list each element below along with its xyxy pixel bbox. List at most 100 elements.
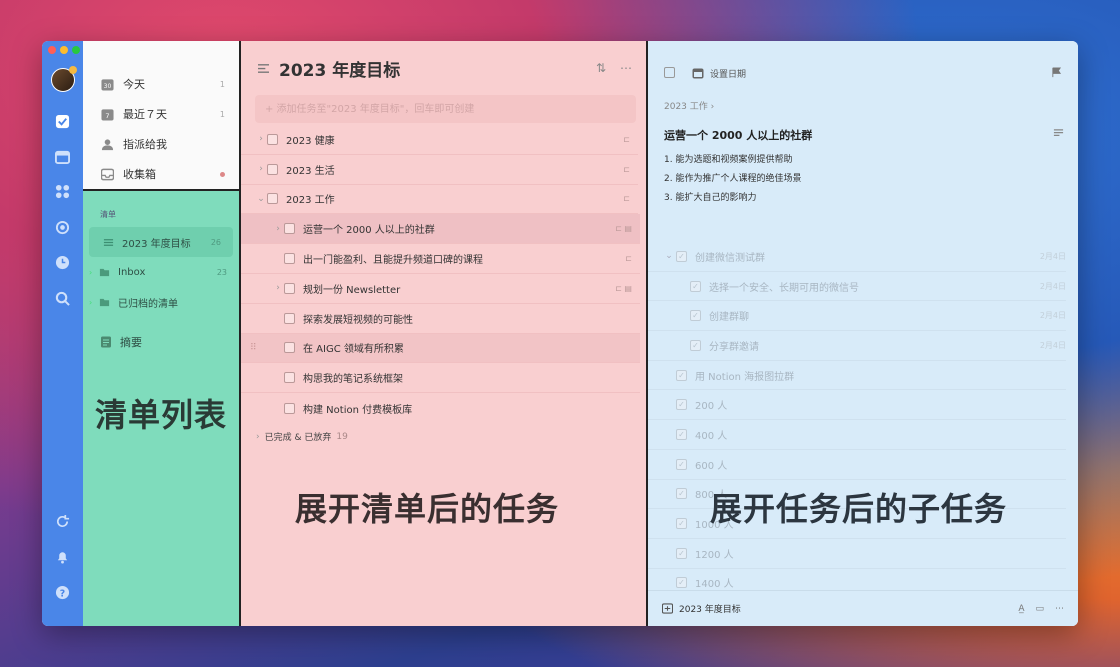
bell-icon[interactable] [54,548,71,565]
sync-icon[interactable] [54,513,71,530]
list-panel: 30 今天 1 7 最近７天 1 指派给我 收集箱 清单 2023 年度目标 2… [83,41,241,626]
subtask-row[interactable]: ✓ 创建群聊 2月4日 [648,301,1066,332]
list-item-2023-goals[interactable]: 2023 年度目标 26 [89,227,233,257]
task-row[interactable]: 探索发展短视频的可能性 [241,304,640,334]
smart-list-assigned[interactable]: 指派给我 [83,129,239,159]
task-row[interactable]: 出一门能盈利、且能提升频道口碑的课程 ⊏ [241,244,640,274]
subtask-checkbox[interactable]: ✓ [676,488,687,500]
task-checkbox[interactable] [284,253,295,265]
smart-list-today[interactable]: 30 今天 1 [83,69,239,99]
task-row[interactable]: › 规划一份 Newsletter ⊏ ▤ [241,274,640,304]
chevron-right-icon[interactable]: › [255,134,267,144]
footer-list-name[interactable]: 2023 年度目标 [679,602,1018,615]
subtask-checkbox[interactable]: ✓ [676,518,687,530]
task-checkbox[interactable] [267,163,278,175]
chevron-down-icon[interactable]: ⌄ [255,194,267,204]
subtask-checkbox[interactable]: ✓ [690,339,701,351]
task-checkbox[interactable] [284,312,295,324]
more-icon[interactable]: ⋯ [1055,604,1064,614]
breadcrumb[interactable]: 2023 工作 › [664,99,714,112]
comment-icon[interactable]: ▭ [1035,604,1044,614]
focus-icon[interactable] [54,219,71,236]
chevron-right-icon[interactable]: › [272,283,284,293]
task-checkbox[interactable] [267,133,278,145]
list-count: 26 [210,237,221,247]
detail-panel: 设置日期 2023 工作 › 运营一个 2000 人以上的社群 1. 能为选题和… [648,41,1078,626]
chevron-right-icon[interactable]: › [255,164,267,174]
subtask-row[interactable]: ✓ 分享群邀请 2月4日 [648,331,1066,361]
smart-list-next-7-days[interactable]: 7 最近７天 1 [83,99,239,129]
subtask-checkbox[interactable]: ✓ [676,250,687,262]
flag-icon[interactable] [1051,67,1062,78]
task-checkbox[interactable] [664,67,675,78]
chevron-down-icon[interactable]: ⌄ [662,251,676,261]
clock-icon[interactable] [54,254,71,271]
completed-section[interactable]: › 已完成 & 已放弃 19 [241,423,646,451]
subtask-row[interactable]: ⌄ ✓ 创建微信测试群 2月4日 [648,242,1066,272]
subtask-row[interactable]: ✓ 用 Notion 海报图拉群 [648,361,1066,391]
digest-label: 摘要 [120,336,142,349]
smart-list-count: 1 [219,109,225,119]
digest-item[interactable]: 摘要 [83,327,239,357]
task-group-row[interactable]: ⌄ 2023 工作 ⊏ [241,185,638,215]
minimize-window-button[interactable] [60,46,68,54]
grid-icon[interactable] [54,183,71,200]
smart-list-inbox[interactable]: 收集箱 [83,159,239,189]
task-row[interactable]: 构思我的笔记系统框架 [241,363,640,394]
task-checkbox[interactable] [284,282,295,294]
subtask-checkbox[interactable]: ✓ [676,458,687,470]
subtask-row[interactable]: ✓ 200 人 [648,390,1066,421]
task-panel: 2023 年度目标 ⇅ ⋯ › 2023 健康 ⊏ › 2023 生活 ⊏ ⌄ [241,41,648,626]
task-checkbox[interactable] [284,372,295,384]
menu-icon[interactable] [257,63,271,74]
sort-icon[interactable]: ⇅ [596,61,606,75]
help-icon[interactable]: ? [54,584,71,601]
task-row[interactable]: ⠿ 在 AIGC 领域有所积累 [241,333,640,364]
list-item-archived[interactable]: › 已归档的清单 [83,287,239,317]
drag-handle-icon[interactable]: ⠿ [250,343,284,353]
subtask-row[interactable]: ✓ 1200 人 [648,539,1066,569]
subtask-checkbox[interactable]: ✓ [676,399,687,411]
set-date-button[interactable]: 设置日期 [710,67,1051,80]
subtask-checkbox[interactable]: ✓ [676,369,687,381]
task-row[interactable]: › 运营一个 2000 人以上的社群 ⊏ ▤ [241,214,640,245]
subtasks-annotation: 展开任务后的子任务 [710,490,1008,528]
task-checkbox[interactable] [267,193,278,205]
subtask-checkbox[interactable]: ✓ [676,547,687,559]
task-group-row[interactable]: › 2023 生活 ⊏ [241,155,638,185]
svg-text:?: ? [60,588,65,599]
more-icon[interactable]: ⋯ [620,61,632,75]
note-checkbox[interactable] [284,342,295,354]
task-check-icon[interactable] [54,113,71,130]
subtask-row[interactable]: ✓ 400 人 [648,420,1066,450]
description-icon[interactable] [1053,128,1064,139]
list-label: 已归档的清单 [118,298,178,310]
chevron-right-icon[interactable]: › [272,224,284,234]
calendar-icon[interactable] [54,148,71,165]
subtask-checkbox[interactable]: ✓ [690,310,701,322]
add-task-input[interactable] [255,95,636,123]
close-window-button[interactable] [48,46,56,54]
zoom-window-button[interactable] [72,46,80,54]
chevron-right-icon[interactable]: › [89,268,99,277]
subtask-checkbox[interactable]: ✓ [676,577,687,589]
person-icon [100,137,114,151]
subtask-checkbox[interactable]: ✓ [690,280,701,292]
search-icon[interactable] [54,290,71,307]
avatar[interactable] [51,66,77,92]
chevron-right-icon[interactable]: › [256,432,260,442]
subtask-row[interactable]: ✓ 600 人 [648,450,1066,480]
task-title[interactable]: 运营一个 2000 人以上的社群 [664,127,812,143]
task-notes[interactable]: 1. 能为选题和视频案例提供帮助 2. 能作为推广个人课程的绝佳场景 3. 能扩… [664,151,801,208]
list-move-icon[interactable] [662,603,673,614]
subtask-row[interactable]: ✓ 选择一个安全、长期可用的微信号 2月4日 [648,272,1066,302]
text-format-icon[interactable]: A̲ [1018,604,1024,614]
task-checkbox[interactable] [284,402,295,414]
task-group-row[interactable]: › 2023 健康 ⊏ [241,125,638,155]
task-row[interactable]: 构建 Notion 付费模板库 [241,393,640,423]
chevron-right-icon[interactable]: › [89,298,99,307]
list-item-inbox-folder[interactable]: › Inbox 23 [83,257,239,287]
subtask-checkbox[interactable]: ✓ [676,428,687,440]
unread-dot [220,171,225,177]
task-checkbox[interactable] [284,223,295,235]
